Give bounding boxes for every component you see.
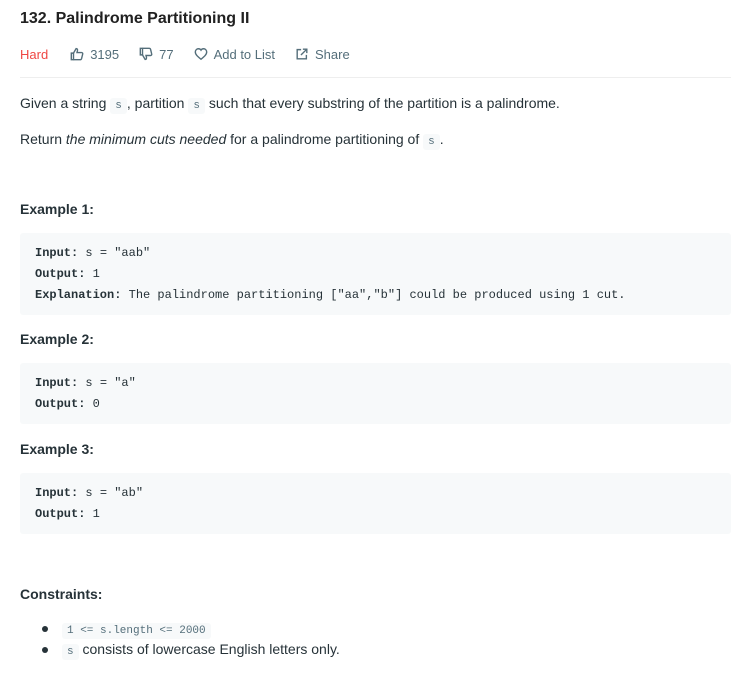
constraint-code: s — [62, 644, 79, 660]
problem-page: 132. Palindrome Partitioning II Hard 319… — [0, 0, 731, 689]
example-3-heading: Example 3: — [20, 441, 94, 457]
input-value: s = "ab" — [78, 486, 144, 500]
header-divider — [20, 77, 731, 78]
description-text: Return — [20, 131, 66, 147]
example-1-block: Input: s = "aab" Output: 1 Explanation: … — [20, 233, 731, 315]
description-paragraph-2: Return the minimum cuts needed for a pal… — [20, 131, 444, 150]
likes-count: 3195 — [90, 46, 120, 62]
explanation-label: Explanation: — [35, 288, 122, 302]
input-label: Input: — [35, 376, 79, 390]
constraint-code: 1 <= s.length <= 2000 — [62, 623, 211, 639]
dislike-button[interactable]: 77 — [139, 46, 174, 62]
description-text: , partition — [126, 95, 189, 111]
like-button[interactable]: 3195 — [70, 47, 119, 62]
share-button[interactable]: Share — [295, 47, 350, 62]
input-value: s = "aab" — [78, 246, 151, 260]
output-label: Output: — [35, 507, 86, 521]
constraint-item: s consists of lowercase English letters … — [20, 639, 340, 660]
description-paragraph-1: Given a string s, partition s such that … — [20, 95, 560, 114]
constraints-heading: Constraints: — [20, 586, 103, 602]
example-input-line: Input: s = "a" — [35, 374, 716, 395]
description-text: . — [439, 131, 444, 147]
difficulty-badge: Hard — [20, 46, 49, 62]
example-2-heading: Example 2: — [20, 331, 94, 347]
input-value: s = "a" — [78, 376, 136, 390]
example-3-block: Input: s = "ab" Output: 1 — [20, 473, 731, 534]
input-label: Input: — [35, 246, 79, 260]
explanation-value: The palindrome partitioning ["aa","b"] c… — [121, 288, 626, 302]
dislikes-count: 77 — [159, 46, 174, 62]
example-input-line: Input: s = "aab" — [35, 244, 716, 265]
problem-title: 132. Palindrome Partitioning II — [20, 10, 250, 27]
constraint-item: 1 <= s.length <= 2000 — [20, 618, 340, 639]
constraint-text: consists of lowercase English letters on… — [78, 641, 340, 657]
example-output-line: Output: 1 — [35, 505, 716, 526]
inline-code: s — [110, 98, 127, 114]
description-text: Given a string — [20, 95, 111, 111]
emphasized-text: the minimum cuts needed — [65, 131, 227, 147]
example-1-heading: Example 1: — [20, 201, 94, 217]
thumbs-up-icon — [70, 47, 84, 61]
example-input-line: Input: s = "ab" — [35, 484, 716, 505]
problem-meta-bar: Hard 3195 77 Add to List Share — [20, 44, 370, 64]
output-label: Output: — [35, 397, 86, 411]
share-label: Share — [315, 46, 350, 62]
example-output-line: Output: 1 — [35, 265, 716, 286]
example-output-line: Output: 0 — [35, 395, 716, 416]
inline-code: s — [423, 134, 440, 150]
share-icon — [296, 48, 308, 60]
heart-icon — [194, 48, 207, 61]
inline-code: s — [188, 98, 205, 114]
input-label: Input: — [35, 486, 79, 500]
thumbs-down-icon — [139, 47, 153, 61]
output-value: 1 — [85, 267, 100, 281]
output-value: 1 — [85, 507, 100, 521]
add-to-list-button[interactable]: Add to List — [194, 47, 275, 62]
output-label: Output: — [35, 267, 86, 281]
description-text: such that every substring of the partiti… — [204, 95, 560, 111]
example-2-block: Input: s = "a" Output: 0 — [20, 363, 731, 424]
constraints-list: 1 <= s.length <= 2000 s consists of lowe… — [20, 618, 340, 660]
example-explanation-line: Explanation: The palindrome partitioning… — [35, 286, 716, 307]
description-text: for a palindrome partitioning of — [226, 131, 424, 147]
output-value: 0 — [85, 397, 100, 411]
add-to-list-label: Add to List — [213, 46, 276, 62]
